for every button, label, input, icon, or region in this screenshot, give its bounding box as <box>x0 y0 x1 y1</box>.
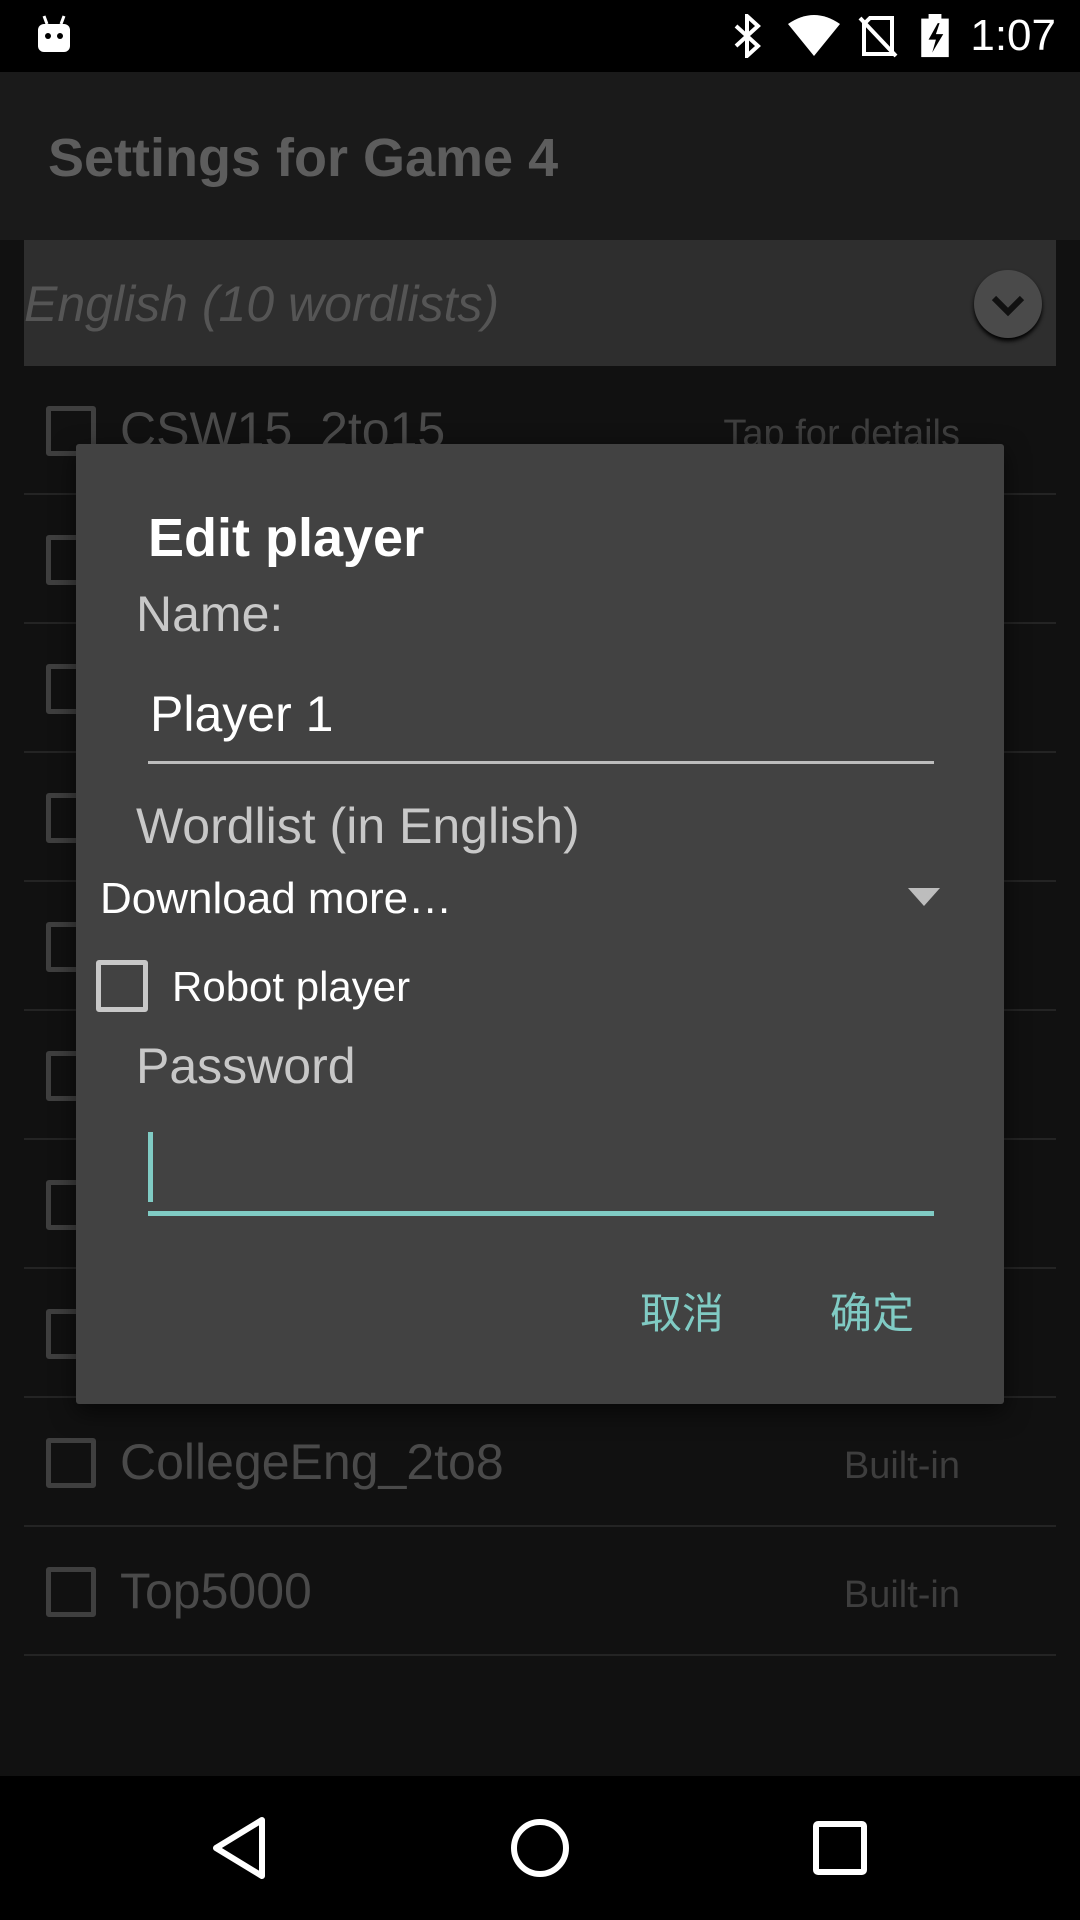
wordlist-row[interactable]: Top5000 Built-in <box>24 1527 1056 1656</box>
robot-player-label: Robot player <box>172 963 411 1010</box>
recents-icon[interactable] <box>798 1806 882 1890</box>
status-bar: 1:07 <box>0 0 1080 72</box>
text-cursor <box>148 1132 153 1202</box>
robot-player-option[interactable]: Robot player <box>96 952 656 1022</box>
dialog-title: Edit player <box>148 508 425 568</box>
wordlist-status: Built-in <box>843 1445 960 1487</box>
wordlist-select[interactable]: Download more… <box>100 864 976 936</box>
wordlist-name: Top5000 <box>120 1563 312 1619</box>
no-sim-icon <box>858 16 898 58</box>
wordlist-row[interactable]: CollegeEng_2to8 Built-in <box>24 1398 1056 1527</box>
battery-charging-icon <box>921 14 949 58</box>
password-field[interactable] <box>148 1124 934 1216</box>
back-icon[interactable] <box>198 1806 282 1890</box>
bluetooth-icon <box>734 14 761 58</box>
name-field[interactable]: Player 1 <box>148 674 934 764</box>
android-notification-icon <box>38 15 70 52</box>
wordlist-label: Wordlist (in English) <box>136 798 580 854</box>
status-clock: 1:07 <box>970 11 1056 60</box>
robot-player-checkbox[interactable] <box>96 960 148 1012</box>
dropdown-arrow-icon <box>908 888 940 906</box>
cancel-button[interactable]: 取消 <box>640 1284 724 1344</box>
navigation-bar <box>0 1776 1080 1920</box>
language-spinner-value: English (10 wordlists) <box>24 276 500 332</box>
wordlist-status: Built-in <box>843 1574 960 1616</box>
wifi-icon <box>788 15 840 56</box>
home-icon[interactable] <box>498 1806 582 1890</box>
password-label: Password <box>136 1038 356 1094</box>
wordlist-checkbox[interactable] <box>46 1438 96 1488</box>
name-label: Name: <box>136 586 284 642</box>
wordlist-name: CollegeEng_2to8 <box>120 1434 504 1490</box>
page-title: Settings for Game 4 <box>48 128 559 188</box>
chevron-down-icon[interactable] <box>974 270 1042 338</box>
edit-player-dialog: Edit player Name: Player 1 Wordlist (in … <box>76 444 1004 1404</box>
wordlist-select-value: Download more… <box>100 874 453 923</box>
ok-button[interactable]: 确定 <box>830 1284 914 1344</box>
wordlist-checkbox[interactable] <box>46 1567 96 1617</box>
